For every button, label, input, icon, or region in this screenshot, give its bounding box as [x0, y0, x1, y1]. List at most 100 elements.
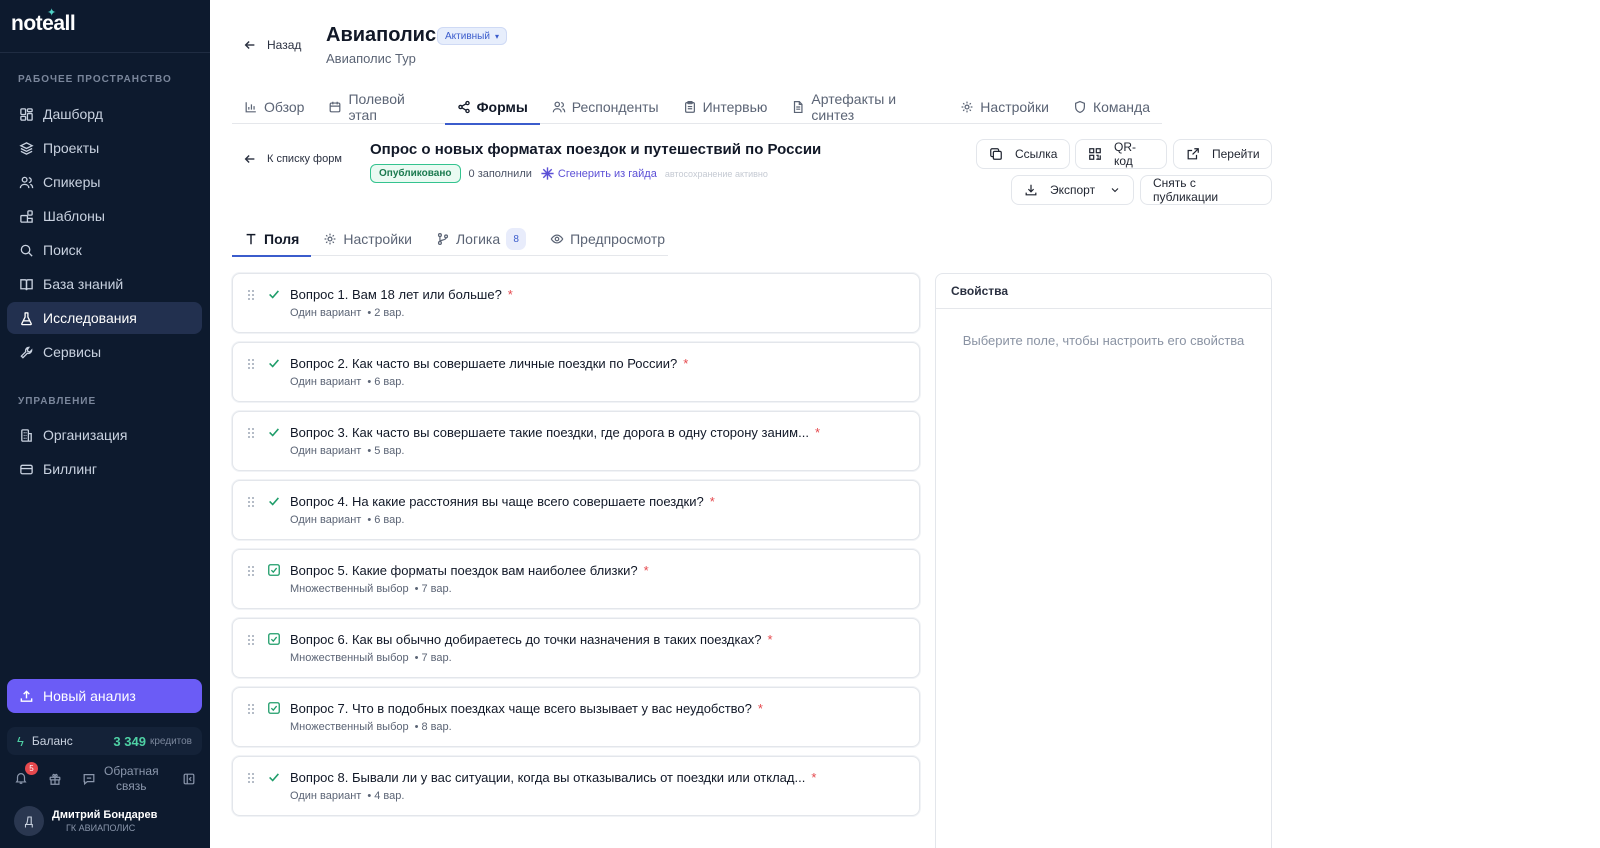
- subtab-fields[interactable]: Поля: [232, 222, 312, 257]
- dashboard-icon: [19, 107, 34, 122]
- sidebar-item-knowledge-base[interactable]: База знаний: [7, 268, 202, 300]
- logic-count-badge: 8: [506, 228, 527, 250]
- separator-dot: •: [367, 790, 372, 802]
- generate-label: Сгенерить из гайда: [557, 167, 657, 180]
- sidebar-item-label: Сервисы: [43, 344, 102, 360]
- form-subtabs: Поля Настройки Логика 8 Предпросмотр: [232, 222, 668, 257]
- tab-respondents[interactable]: Респонденты: [540, 90, 671, 124]
- gift-icon[interactable]: [48, 772, 62, 786]
- sidebar-item-label: Биллинг: [43, 461, 98, 477]
- qr-code-label: QR-код: [1114, 140, 1136, 168]
- open-form-button[interactable]: Перейти: [1173, 139, 1272, 169]
- question-text: Вопрос 3. Как часто вы совершаете такие …: [290, 425, 809, 440]
- drag-handle-icon[interactable]: [247, 564, 257, 578]
- user-profile[interactable]: Д Дмитрий Бондарев ГК АВИАПОЛИС: [14, 806, 157, 836]
- sidebar-item-dashboard[interactable]: Дашборд: [7, 98, 202, 130]
- published-badge: Опубликовано: [370, 164, 461, 183]
- drag-handle-icon[interactable]: [247, 357, 257, 371]
- bell-icon[interactable]: 5: [14, 762, 38, 787]
- tab-team[interactable]: Команда: [1061, 90, 1162, 124]
- feedback-link[interactable]: Обратная связь: [104, 764, 159, 794]
- question-card[interactable]: Вопрос 6. Как вы обычно добираетесь до т…: [232, 618, 920, 678]
- question-card[interactable]: Вопрос 5. Какие форматы поездок вам наиб…: [232, 549, 920, 609]
- option-count: 6 вар.: [374, 376, 405, 388]
- export-dropdown-button[interactable]: Экспорт: [1011, 175, 1134, 205]
- collapse-sidebar-icon[interactable]: [182, 772, 196, 786]
- required-mark: *: [507, 287, 513, 302]
- separator-dot: •: [414, 583, 419, 595]
- tab-field-stage[interactable]: Полевой этап: [316, 90, 444, 124]
- back-to-forms-button[interactable]: К списку форм: [243, 152, 342, 166]
- sidebar-item-speakers[interactable]: Спикеры: [7, 166, 202, 198]
- check-icon: [267, 494, 281, 508]
- unpublish-button[interactable]: Снять с публикации: [1140, 175, 1272, 205]
- wrench-icon: [19, 345, 34, 360]
- sidebar-item-label: База знаний: [43, 276, 124, 292]
- option-count: 4 вар.: [374, 790, 405, 802]
- properties-panel: Свойства Выберите поле, чтобы настроить …: [935, 273, 1272, 848]
- subtab-label: Настройки: [343, 231, 412, 247]
- drag-handle-icon[interactable]: [247, 702, 257, 716]
- subtab-preview[interactable]: Предпросмотр: [538, 222, 677, 256]
- new-analysis-button[interactable]: Новый анализ: [7, 679, 202, 713]
- qr-code-icon: [1088, 147, 1102, 161]
- question-card[interactable]: Вопрос 4. На какие расстояния вы чаще вс…: [232, 480, 920, 540]
- user-org: ГК АВИАПОЛИС: [66, 823, 136, 833]
- required-mark: *: [709, 494, 715, 509]
- sidebar-item-projects[interactable]: Проекты: [7, 132, 202, 164]
- question-card[interactable]: Вопрос 2. Как часто вы совершаете личные…: [232, 342, 920, 402]
- balance-panel[interactable]: ϟ Баланс 3 349 кредитов: [7, 727, 202, 755]
- qr-code-button[interactable]: QR-код: [1075, 139, 1167, 169]
- balance-value: 3 349: [113, 733, 146, 749]
- section-manage-label: УПРАВЛЕНИЕ: [18, 396, 97, 407]
- question-text: Вопрос 7. Что в подобных поездках чаще в…: [290, 701, 752, 716]
- feedback-icon[interactable]: [82, 772, 96, 786]
- autosave-status: автосохранение активно: [664, 168, 768, 179]
- question-card[interactable]: Вопрос 1. Вам 18 лет или больше? * Один ва…: [232, 273, 920, 333]
- eye-icon: [550, 232, 564, 246]
- sidebar-item-search[interactable]: Поиск: [7, 234, 202, 266]
- tab-settings[interactable]: Настройки: [948, 90, 1061, 124]
- question-card[interactable]: Вопрос 8. Бывали ли у вас ситуации, когд…: [232, 756, 920, 816]
- separator-dot: •: [367, 514, 372, 526]
- question-title: Вопрос 8. Бывали ли у вас ситуации, когд…: [290, 770, 816, 785]
- sidebar-item-label: Дашборд: [43, 106, 103, 122]
- subtab-logic[interactable]: Логика 8: [424, 222, 538, 256]
- subtab-settings[interactable]: Настройки: [311, 222, 424, 256]
- sidebar-item-research[interactable]: Исследования: [7, 302, 202, 334]
- drag-handle-icon[interactable]: [247, 495, 257, 509]
- tab-forms[interactable]: Формы: [444, 90, 540, 125]
- properties-title: Свойства: [936, 274, 1271, 309]
- tab-artifacts[interactable]: Артефакты и синтез: [779, 90, 948, 124]
- drag-handle-icon[interactable]: [247, 633, 257, 647]
- sidebar-item-label: Проекты: [43, 140, 100, 156]
- option-count: 7 вар.: [421, 583, 452, 595]
- sidebar-item-templates[interactable]: Шаблоны: [7, 200, 202, 232]
- tab-overview[interactable]: Обзор: [232, 90, 316, 124]
- sidebar-item-billing[interactable]: Биллинг: [7, 453, 202, 485]
- sidebar-item-organization[interactable]: Организация: [7, 419, 202, 451]
- chevron-down-icon: [1109, 184, 1121, 196]
- required-mark: *: [683, 356, 689, 371]
- question-type: Один вариант: [290, 790, 362, 802]
- generate-from-guide-link[interactable]: Сгенерить из гайда: [540, 166, 657, 181]
- question-card[interactable]: Вопрос 7. Что в подобных поездках чаще в…: [232, 687, 920, 747]
- question-card[interactable]: Вопрос 3. Как часто вы совершаете такие …: [232, 411, 920, 471]
- sidebar-item-services[interactable]: Сервисы: [7, 336, 202, 368]
- drag-handle-icon[interactable]: [247, 426, 257, 440]
- checkbox-checked-icon: [267, 563, 281, 577]
- question-title: Вопрос 2. Как часто вы совершаете личные…: [290, 356, 688, 371]
- tab-interviews[interactable]: Интервью: [671, 90, 780, 124]
- copy-link-button[interactable]: Ссылка: [976, 139, 1070, 169]
- required-mark: *: [757, 701, 763, 716]
- sidebar-item-label: Поиск: [43, 242, 82, 258]
- option-count: 8 вар.: [421, 721, 452, 733]
- export-label: Экспорт: [1050, 183, 1096, 197]
- tab-label: Команда: [1092, 99, 1150, 115]
- back-button[interactable]: Назад: [243, 38, 301, 52]
- option-count: 7 вар.: [421, 652, 452, 664]
- status-dropdown[interactable]: Активный ▾: [437, 27, 507, 45]
- drag-handle-icon[interactable]: [247, 771, 257, 785]
- drag-handle-icon[interactable]: [247, 288, 257, 302]
- sidebar-item-label: Организация: [43, 427, 128, 443]
